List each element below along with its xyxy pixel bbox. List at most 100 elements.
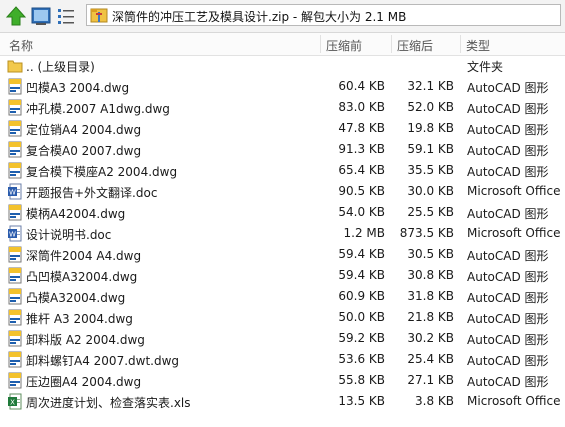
file-name: 设计说明书.doc (26, 228, 112, 242)
file-type: AutoCAD 图形 (467, 81, 549, 95)
file-type: AutoCAD 图形 (467, 333, 549, 347)
file-size: 65.4 KB (338, 163, 385, 177)
file-packed-size: 27.1 KB (407, 373, 454, 387)
file-name: 压边圈A4 2004.dwg (26, 375, 142, 389)
file-type: AutoCAD 图形 (467, 249, 549, 263)
column-header: 名称 压缩前 压缩后 类型 (0, 33, 565, 56)
file-size: 55.8 KB (338, 373, 385, 387)
column-divider[interactable] (320, 35, 321, 53)
file-name: 凸模A32004.dwg (26, 291, 126, 305)
file-row[interactable]: 卸料版 A2 2004.dwg 59.2 KB 30.2 KB AutoCAD 图形 (0, 328, 565, 349)
file-row[interactable]: 复合模A0 2007.dwg 91.3 KB 59.1 KB AutoCAD 图形 (0, 139, 565, 160)
file-row[interactable]: X 周次进度计划、检查落实表.xls 13.5 KB 3.8 KB Microsoft … (0, 391, 565, 412)
file-row[interactable]: W 开题报告+外文翻译.doc 90.5 KB 30.0 KB Microsoft Of… (0, 181, 565, 202)
file-name: 定位销A4 2004.dwg (26, 123, 142, 137)
path-bar[interactable]: 深筒件的冲压工艺及模具设计.zip - 解包大小为 2.1 MB (86, 4, 561, 26)
file-size: 1.2 MB (343, 226, 385, 240)
file-row[interactable]: W 设计说明书.doc 1.2 MB 873.5 KB Microsoft Office (0, 223, 565, 244)
file-name: 冲孔模.2007 A1dwg.dwg (26, 102, 170, 116)
file-name: 复合模下模座A2 2004.dwg (26, 165, 178, 179)
file-type: 文件夹 (467, 60, 504, 74)
file-packed-size: 25.5 KB (407, 205, 454, 219)
column-name[interactable]: 名称 (9, 37, 33, 54)
word-document-icon: W (7, 183, 23, 200)
up-arrow-icon[interactable] (5, 5, 27, 27)
file-packed-size: 873.5 KB (399, 226, 454, 240)
file-type: AutoCAD 图形 (467, 123, 549, 137)
column-packed[interactable]: 压缩后 (397, 37, 433, 54)
list-view-icon[interactable] (55, 5, 77, 27)
file-row[interactable]: 推杆 A3 2004.dwg 50.0 KB 21.8 KB AutoCAD 图形 (0, 307, 565, 328)
file-name: 卸料版 A2 2004.dwg (26, 333, 145, 347)
file-type: AutoCAD 图形 (467, 144, 549, 158)
file-row[interactable]: 定位销A4 2004.dwg 47.8 KB 19.8 KB AutoCAD 图形 (0, 118, 565, 139)
autocad-file-icon (7, 99, 23, 116)
file-type: AutoCAD 图形 (467, 102, 549, 116)
file-name: 深筒件2004 A4.dwg (26, 249, 142, 263)
file-row[interactable]: 压边圈A4 2004.dwg 55.8 KB 27.1 KB AutoCAD 图形 (0, 370, 565, 391)
file-packed-size: 52.0 KB (407, 100, 454, 114)
file-row[interactable]: 冲孔模.2007 A1dwg.dwg 83.0 KB 52.0 KB AutoCAD … (0, 97, 565, 118)
file-type: Microsoft Office (467, 394, 561, 408)
svg-text:W: W (9, 231, 16, 239)
word-document-icon: W (7, 225, 23, 242)
autocad-file-icon (7, 246, 23, 263)
file-packed-size: 59.1 KB (407, 142, 454, 156)
detail-view-icon[interactable] (30, 5, 52, 27)
file-packed-size: 30.8 KB (407, 268, 454, 282)
file-type: AutoCAD 图形 (467, 207, 549, 221)
file-packed-size: 3.8 KB (415, 394, 454, 408)
file-type: Microsoft Office (467, 226, 561, 240)
file-row[interactable]: 模柄A42004.dwg 54.0 KB 25.5 KB AutoCAD 图形 (0, 202, 565, 223)
autocad-file-icon (7, 204, 23, 221)
file-row[interactable]: 凸凹模A32004.dwg 59.4 KB 30.8 KB AutoCAD 图形 (0, 265, 565, 286)
file-name: 模柄A42004.dwg (26, 207, 126, 221)
file-size: 53.6 KB (338, 352, 385, 366)
folder-icon (7, 57, 23, 74)
file-name: 复合模A0 2007.dwg (26, 144, 142, 158)
file-size: 60.9 KB (338, 289, 385, 303)
file-row[interactable]: 凸模A32004.dwg 60.9 KB 31.8 KB AutoCAD 图形 (0, 286, 565, 307)
autocad-file-icon (7, 120, 23, 137)
file-name: .. (上级目录) (26, 60, 95, 74)
autocad-file-icon (7, 267, 23, 284)
file-size: 50.0 KB (338, 310, 385, 324)
file-size: 59.4 KB (338, 247, 385, 261)
file-packed-size: 30.5 KB (407, 247, 454, 261)
autocad-file-icon (7, 288, 23, 305)
excel-spreadsheet-icon: X (7, 393, 23, 410)
file-type: AutoCAD 图形 (467, 270, 549, 284)
column-size[interactable]: 压缩前 (326, 37, 362, 54)
file-type: Microsoft Office (467, 184, 561, 198)
file-name: 凹模A3 2004.dwg (26, 81, 130, 95)
column-divider[interactable] (391, 35, 392, 53)
file-type: AutoCAD 图形 (467, 375, 549, 389)
autocad-file-icon (7, 78, 23, 95)
file-name: 周次进度计划、检查落实表.xls (26, 396, 191, 410)
file-size: 47.8 KB (338, 121, 385, 135)
file-size: 54.0 KB (338, 205, 385, 219)
file-type: AutoCAD 图形 (467, 165, 549, 179)
autocad-file-icon (7, 372, 23, 389)
file-type: AutoCAD 图形 (467, 354, 549, 368)
file-type: AutoCAD 图形 (467, 291, 549, 305)
archive-path: 深筒件的冲压工艺及模具设计.zip - 解包大小为 2.1 MB (112, 10, 407, 24)
file-size: 59.4 KB (338, 268, 385, 282)
file-row[interactable]: 深筒件2004 A4.dwg 59.4 KB 30.5 KB AutoCAD 图形 (0, 244, 565, 265)
file-packed-size: 31.8 KB (407, 289, 454, 303)
file-size: 59.2 KB (338, 331, 385, 345)
parent-folder-row[interactable]: .. (上级目录) 文件夹 (0, 55, 565, 76)
svg-text:W: W (9, 189, 16, 197)
file-row[interactable]: 凹模A3 2004.dwg 60.4 KB 32.1 KB AutoCAD 图形 (0, 76, 565, 97)
column-divider[interactable] (460, 35, 461, 53)
file-size: 90.5 KB (338, 184, 385, 198)
file-size: 91.3 KB (338, 142, 385, 156)
file-name: 凸凹模A32004.dwg (26, 270, 138, 284)
file-row[interactable]: 卸料螺钉A4 2007.dwt.dwg 53.6 KB 25.4 KB AutoCAD… (0, 349, 565, 370)
file-name: 开题报告+外文翻译.doc (26, 186, 158, 200)
column-type[interactable]: 类型 (466, 37, 490, 54)
autocad-file-icon (7, 330, 23, 347)
svg-text:X: X (10, 399, 15, 407)
file-row[interactable]: 复合模下模座A2 2004.dwg 65.4 KB 35.5 KB AutoCAD 图… (0, 160, 565, 181)
autocad-file-icon (7, 351, 23, 368)
